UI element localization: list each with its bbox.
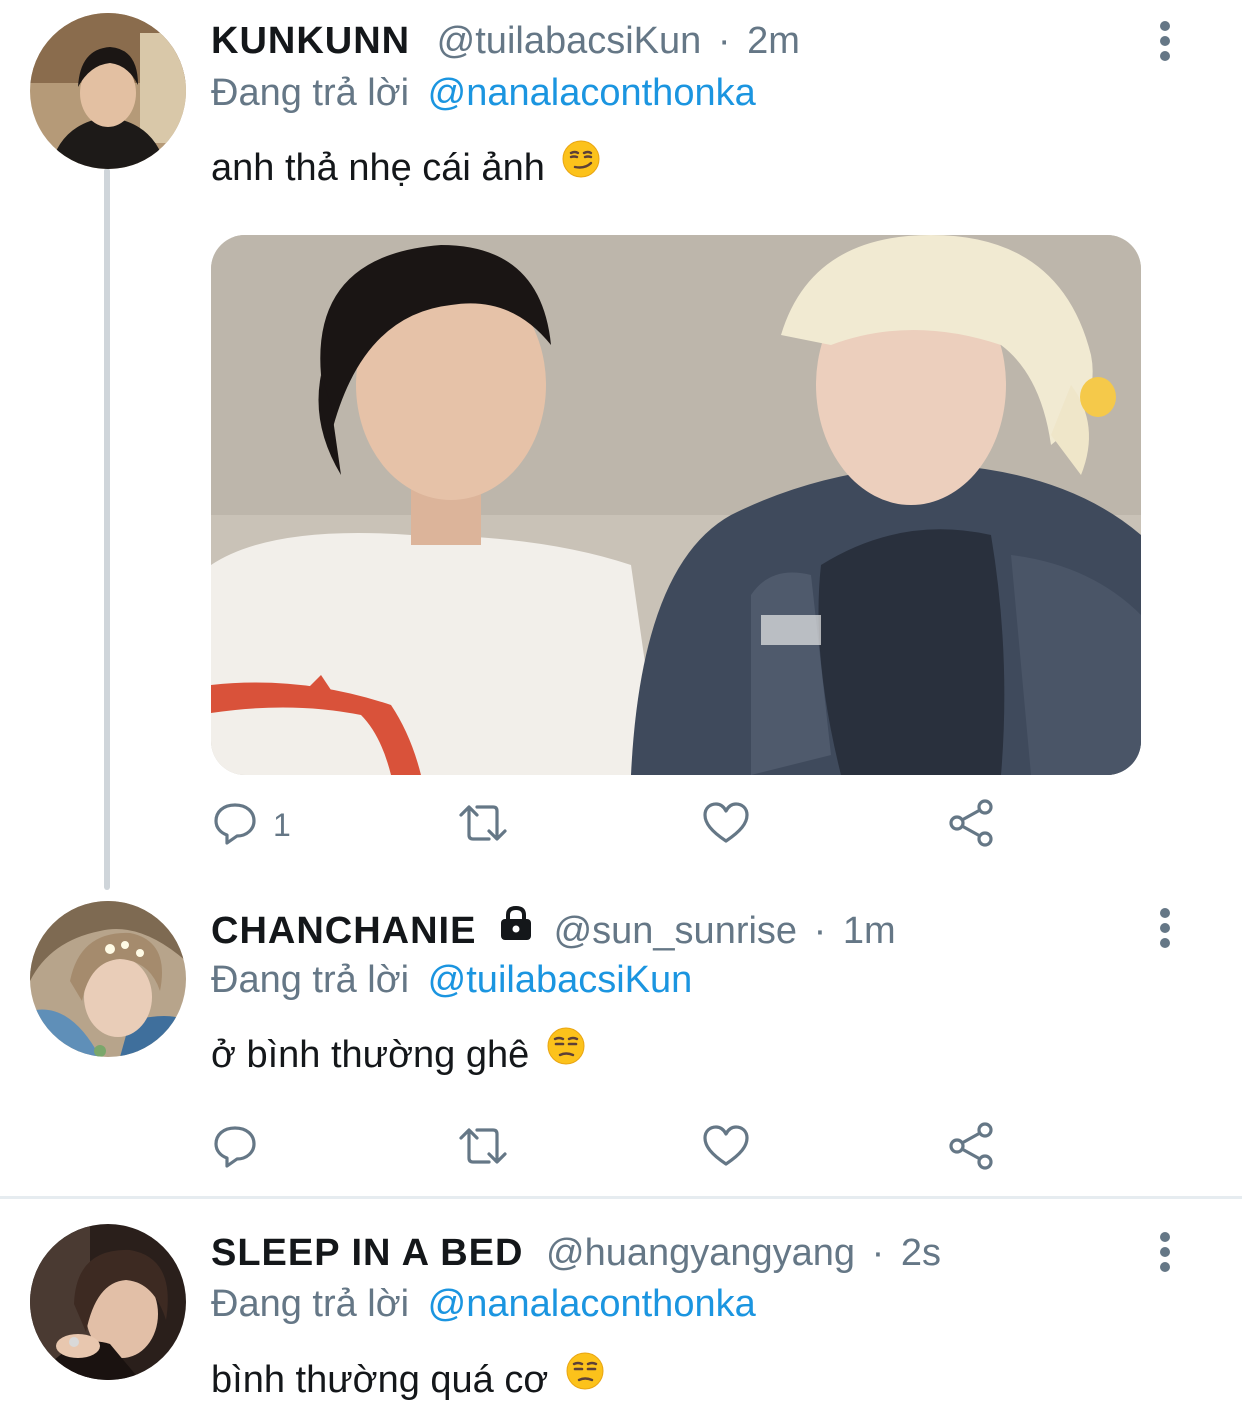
retweet-icon [455,799,511,852]
reply-icon [211,799,259,852]
reply-icon [211,1122,259,1175]
tweet-text-content: ở bình thường ghê [211,1034,530,1076]
like-button[interactable] [701,1120,751,1176]
lock-icon [497,905,535,952]
replying-to-label: Đang trả lời [211,1283,410,1325]
like-icon [701,799,751,852]
tweet-text: bình thường quá cơ [211,1352,605,1408]
reply-mention-link[interactable]: @nanalaconthonka [428,72,756,114]
tweet-text: ở bình thường ghê [211,1027,586,1083]
smirking-face-icon [561,139,601,195]
display-name[interactable]: KUNKUNN [211,20,410,62]
avatar[interactable] [30,1224,186,1380]
reply-button[interactable]: 1 [211,797,291,853]
user-handle[interactable]: @tuilabacsiKun [437,20,702,62]
retweet-button[interactable] [455,797,511,853]
share-icon [945,1120,997,1177]
reply-count: 1 [273,806,291,843]
reply-button[interactable] [211,1120,259,1176]
avatar[interactable] [30,13,186,169]
share-button[interactable] [945,797,997,853]
reply-mention-link[interactable]: @nanalaconthonka [428,1283,756,1325]
share-button[interactable] [945,1120,997,1176]
share-icon [945,797,997,854]
thread-line [104,168,110,890]
user-handle[interactable]: @huangyangyang [546,1232,855,1274]
timestamp[interactable]: 2m [747,20,800,62]
more-icon[interactable] [1158,1229,1172,1275]
tweet-2[interactable]: CHANCHANIE @sun_sunrise · 1m Đang trả lờ… [0,890,1242,1196]
like-button[interactable] [701,797,751,853]
replying-to-label: Đang trả lời [211,72,410,114]
more-icon[interactable] [1158,905,1172,951]
timestamp[interactable]: 1m [843,910,896,952]
user-handle[interactable]: @sun_sunrise [554,910,797,952]
tweet-1[interactable]: KUNKUNN @tuilabacsiKun · 2m Đang trả lời… [0,0,1242,890]
tweet-photo[interactable] [211,235,1141,775]
timestamp[interactable]: 2s [901,1232,941,1274]
tweet-text-content: anh thả nhẹ cái ảnh [211,147,545,189]
display-name[interactable]: CHANCHANIE [211,910,476,952]
separator-dot: · [717,20,731,62]
separator-dot: · [871,1232,885,1274]
replying-to-label: Đang trả lời [211,959,410,1001]
display-name[interactable]: SLEEP IN A BED [211,1232,523,1274]
separator-dot: · [813,910,827,952]
retweet-icon [455,1122,511,1175]
unamused-face-icon [546,1026,586,1082]
retweet-button[interactable] [455,1120,511,1176]
like-icon [701,1122,751,1175]
tweet-text-content: bình thường quá cơ [211,1359,549,1401]
tweet-3[interactable]: SLEEP IN A BED @huangyangyang · 2s Đang … [0,1199,1242,1428]
more-icon[interactable] [1158,18,1172,64]
reply-mention-link[interactable]: @tuilabacsiKun [428,959,693,1001]
avatar[interactable] [30,901,186,1057]
unamused-face-icon [565,1351,605,1407]
tweet-text: anh thả nhẹ cái ảnh [211,140,601,196]
